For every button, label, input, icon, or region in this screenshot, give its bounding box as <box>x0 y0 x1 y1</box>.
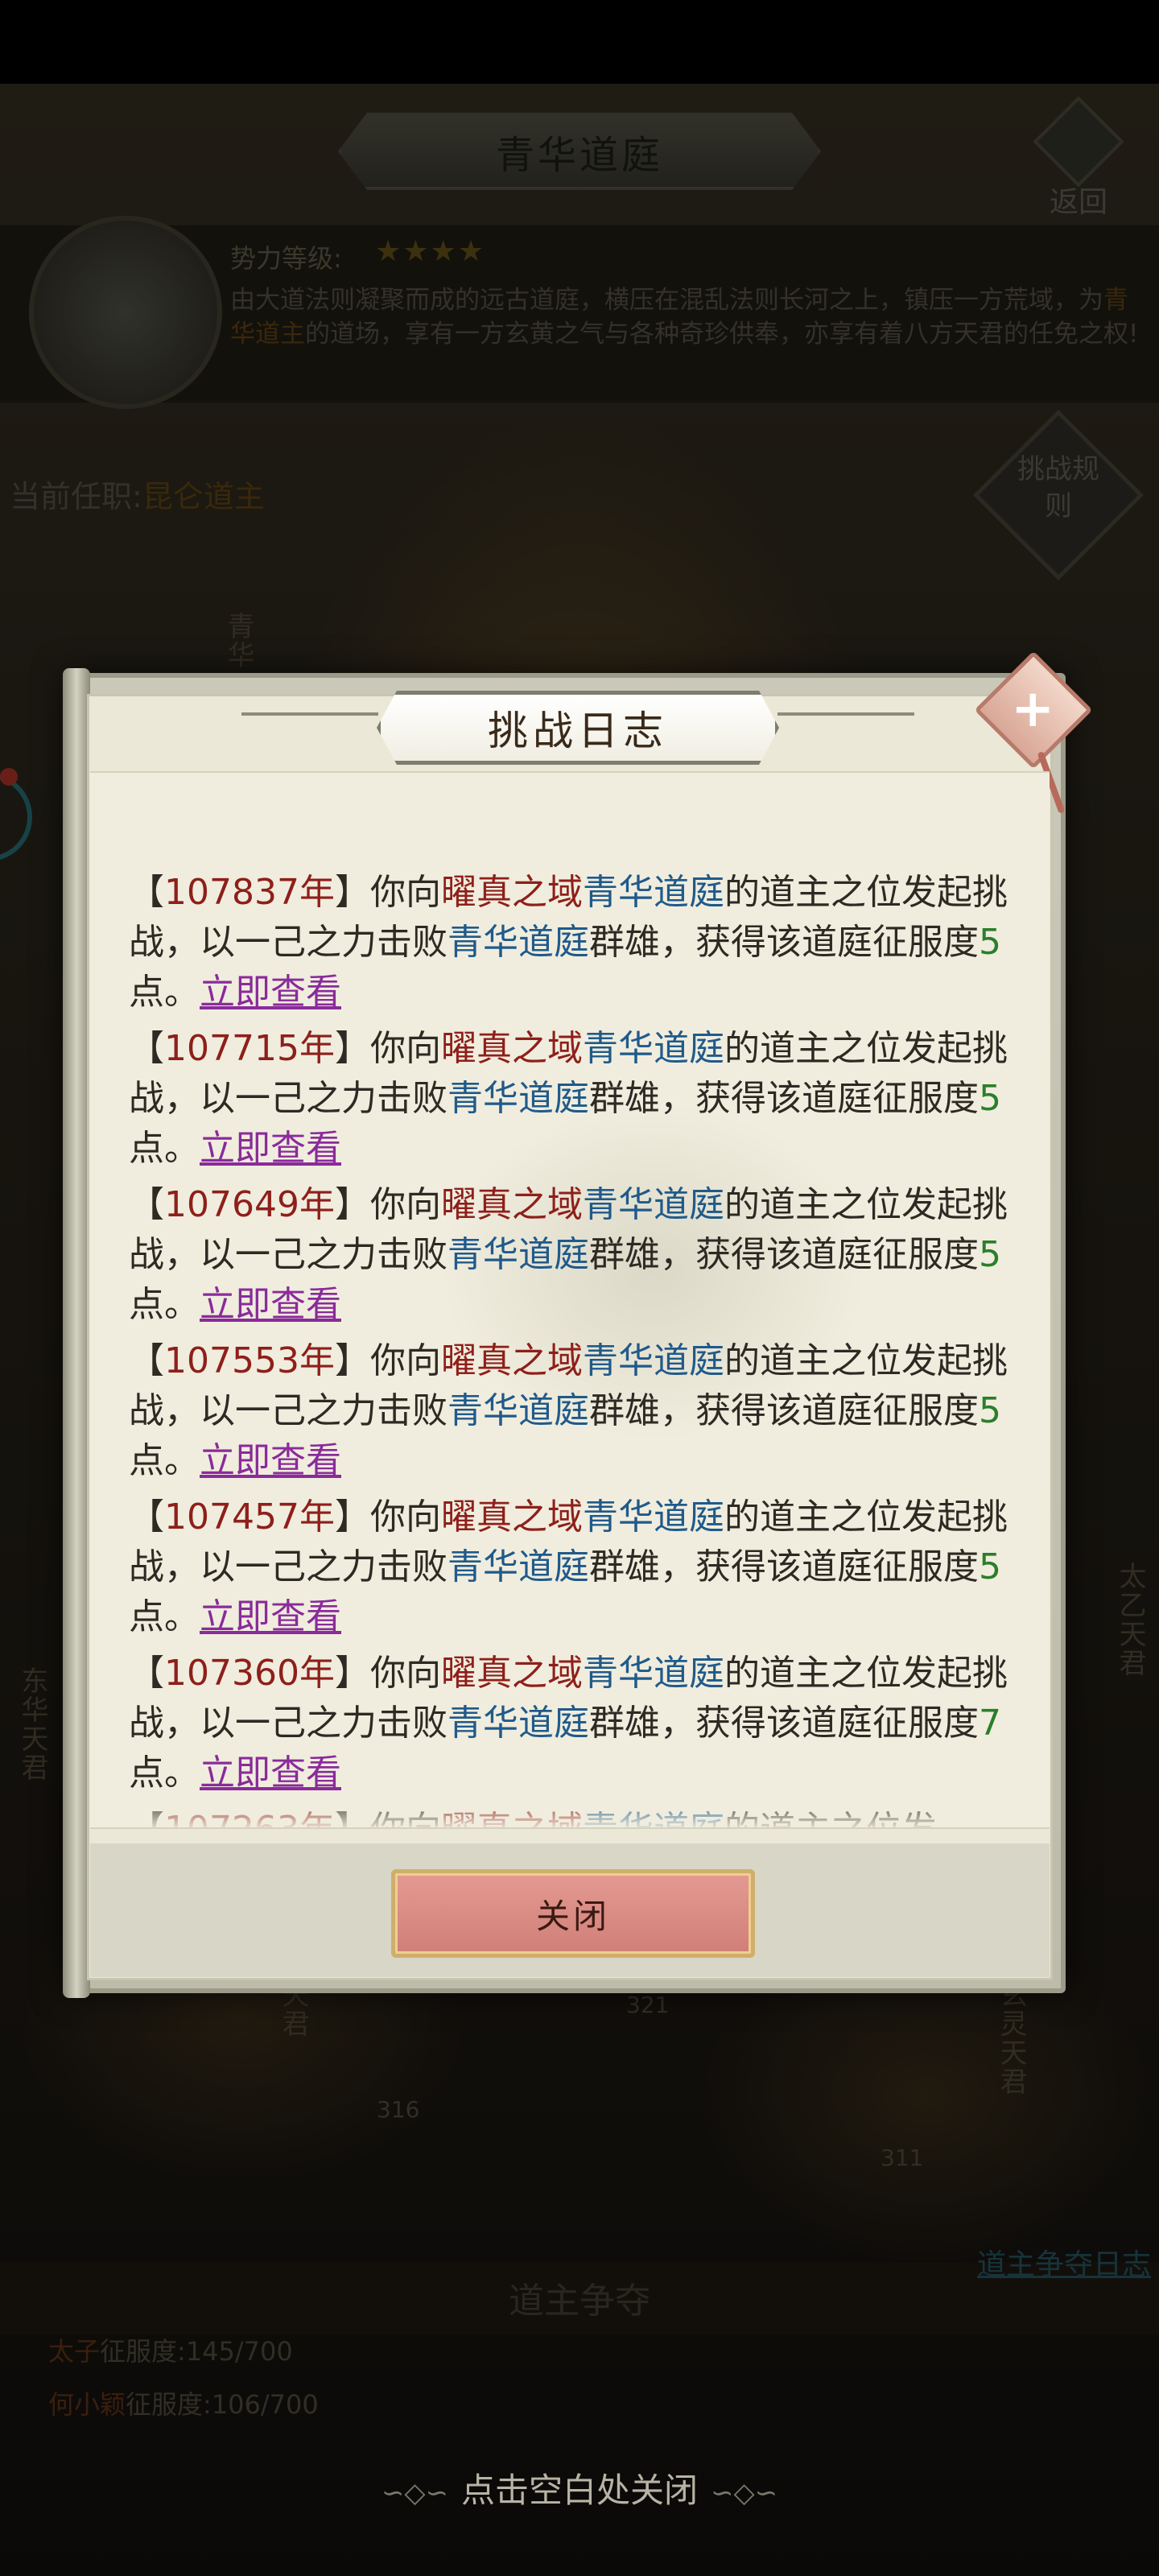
entry-region: 曜真之域 <box>440 1496 583 1538</box>
entry-text: 群雄，获得该道庭征服度 <box>589 1234 979 1275</box>
log-scroll-area[interactable]: 【107837年】你向曜真之域青华道庭的道主之位发起挑战，以一己之力击败青华道庭… <box>90 771 1050 1829</box>
entry-court: 青华道庭 <box>448 1390 589 1431</box>
entry-points: 5 <box>979 1546 1001 1587</box>
view-now-link[interactable]: 立即查看 <box>200 972 341 1013</box>
log-entries: 【107837年】你向曜真之域青华道庭的道主之位发起挑战，以一己之力击败青华道庭… <box>129 868 1022 1827</box>
left-ornament-icon: ∽◇∽ <box>381 2477 448 2509</box>
entry-text: 你向 <box>369 1496 441 1538</box>
dialog-title: 挑战日志 <box>488 708 668 754</box>
view-now-link[interactable]: 立即查看 <box>200 1284 341 1325</box>
log-entry: 【107360年】你向曜真之域青华道庭的道主之位发起挑战，以一己之力击败青华道庭… <box>129 1653 1008 1794</box>
view-now-link[interactable]: 立即查看 <box>200 1440 341 1481</box>
entry-text: 点。 <box>129 1128 200 1169</box>
entry-points: 7 <box>979 1703 1001 1744</box>
header-line-right <box>777 712 914 716</box>
entry-court: 青华道庭 <box>582 1496 724 1538</box>
tap-close-label: 点击空白处关闭 <box>460 2471 698 2510</box>
view-now-link[interactable]: 立即查看 <box>200 1752 341 1794</box>
entry-text: 点。 <box>129 1284 200 1325</box>
entry-court: 青华道庭 <box>582 872 724 913</box>
entry-year: 107360年 <box>164 1653 335 1694</box>
log-entry: 【107837年】你向曜真之域青华道庭的道主之位发起挑战，以一己之力击败青华道庭… <box>129 872 1008 1013</box>
entry-region: 曜真之域 <box>440 1340 583 1381</box>
dialog-title-plaque: 挑战日志 <box>377 691 779 765</box>
close-icon: + <box>1004 688 1063 732</box>
entry-court: 青华道庭 <box>448 1546 589 1587</box>
entry-text: 你向 <box>369 872 441 913</box>
entry-text: 点。 <box>129 972 200 1013</box>
view-now-link[interactable]: 立即查看 <box>200 1128 341 1169</box>
entry-court: 青华道庭 <box>448 1703 589 1744</box>
log-entry: 【107553年】你向曜真之域青华道庭的道主之位发起挑战，以一己之力击败青华道庭… <box>129 1340 1008 1481</box>
close-button-label: 关闭 <box>535 1896 610 1936</box>
log-entry: 【107715年】你向曜真之域青华道庭的道主之位发起挑战，以一己之力击败青华道庭… <box>129 1028 1008 1169</box>
entry-text: 群雄，获得该道庭征服度 <box>589 1390 979 1431</box>
entry-court: 青华道庭 <box>582 1340 724 1381</box>
entry-court: 青华道庭 <box>582 1028 724 1069</box>
entry-text: 群雄，获得该道庭征服度 <box>589 922 979 963</box>
log-entry: 【107457年】你向曜真之域青华道庭的道主之位发起挑战，以一己之力击败青华道庭… <box>129 1496 1008 1637</box>
entry-text: 你向 <box>369 1340 441 1381</box>
entry-year: 107649年 <box>164 1184 335 1225</box>
tap-blank-to-close: ∽◇∽ 点击空白处关闭 ∽◇∽ <box>0 2463 1159 2512</box>
entry-court: 青华道庭 <box>582 1184 724 1225</box>
entry-points: 5 <box>979 1390 1001 1431</box>
scroll-rod-left <box>63 668 90 1998</box>
entry-year: 107715年 <box>164 1028 335 1069</box>
entry-text: 点。 <box>129 1596 200 1637</box>
entry-text: 点。 <box>129 1440 200 1481</box>
header-line-left <box>241 712 378 716</box>
entry-region: 曜真之域 <box>440 1184 583 1225</box>
entry-text: 群雄，获得该道庭征服度 <box>589 1703 979 1744</box>
entry-text: 你向 <box>369 1028 441 1069</box>
entry-text: 你向 <box>369 1184 441 1225</box>
entry-points: 5 <box>979 1234 1001 1275</box>
entry-region: 曜真之域 <box>440 1653 583 1694</box>
close-button[interactable]: 关闭 <box>391 1869 755 1958</box>
entry-points: 5 <box>979 1078 1001 1119</box>
entry-court: 青华道庭 <box>448 1234 589 1275</box>
log-entry: 【107649年】你向曜真之域青华道庭的道主之位发起挑战，以一己之力击败青华道庭… <box>129 1184 1008 1325</box>
entry-text: 你向 <box>369 1653 441 1694</box>
entry-year: 107837年 <box>164 872 335 913</box>
view-now-link[interactable]: 立即查看 <box>200 1596 341 1637</box>
scroll-fade <box>90 1795 1050 1827</box>
entry-court: 青华道庭 <box>448 1078 589 1119</box>
entry-court: 青华道庭 <box>448 922 589 963</box>
entry-text: 点。 <box>129 1752 200 1794</box>
entry-text: 群雄，获得该道庭征服度 <box>589 1546 979 1587</box>
entry-region: 曜真之域 <box>440 1028 583 1069</box>
entry-region: 曜真之域 <box>440 872 583 913</box>
entry-court: 青华道庭 <box>582 1653 724 1694</box>
entry-year: 107553年 <box>164 1340 335 1381</box>
right-ornament-icon: ∽◇∽ <box>711 2477 778 2509</box>
entry-points: 5 <box>979 922 1001 963</box>
status-bar <box>0 0 1159 84</box>
entry-text: 群雄，获得该道庭征服度 <box>589 1078 979 1119</box>
entry-year: 107457年 <box>164 1496 335 1538</box>
